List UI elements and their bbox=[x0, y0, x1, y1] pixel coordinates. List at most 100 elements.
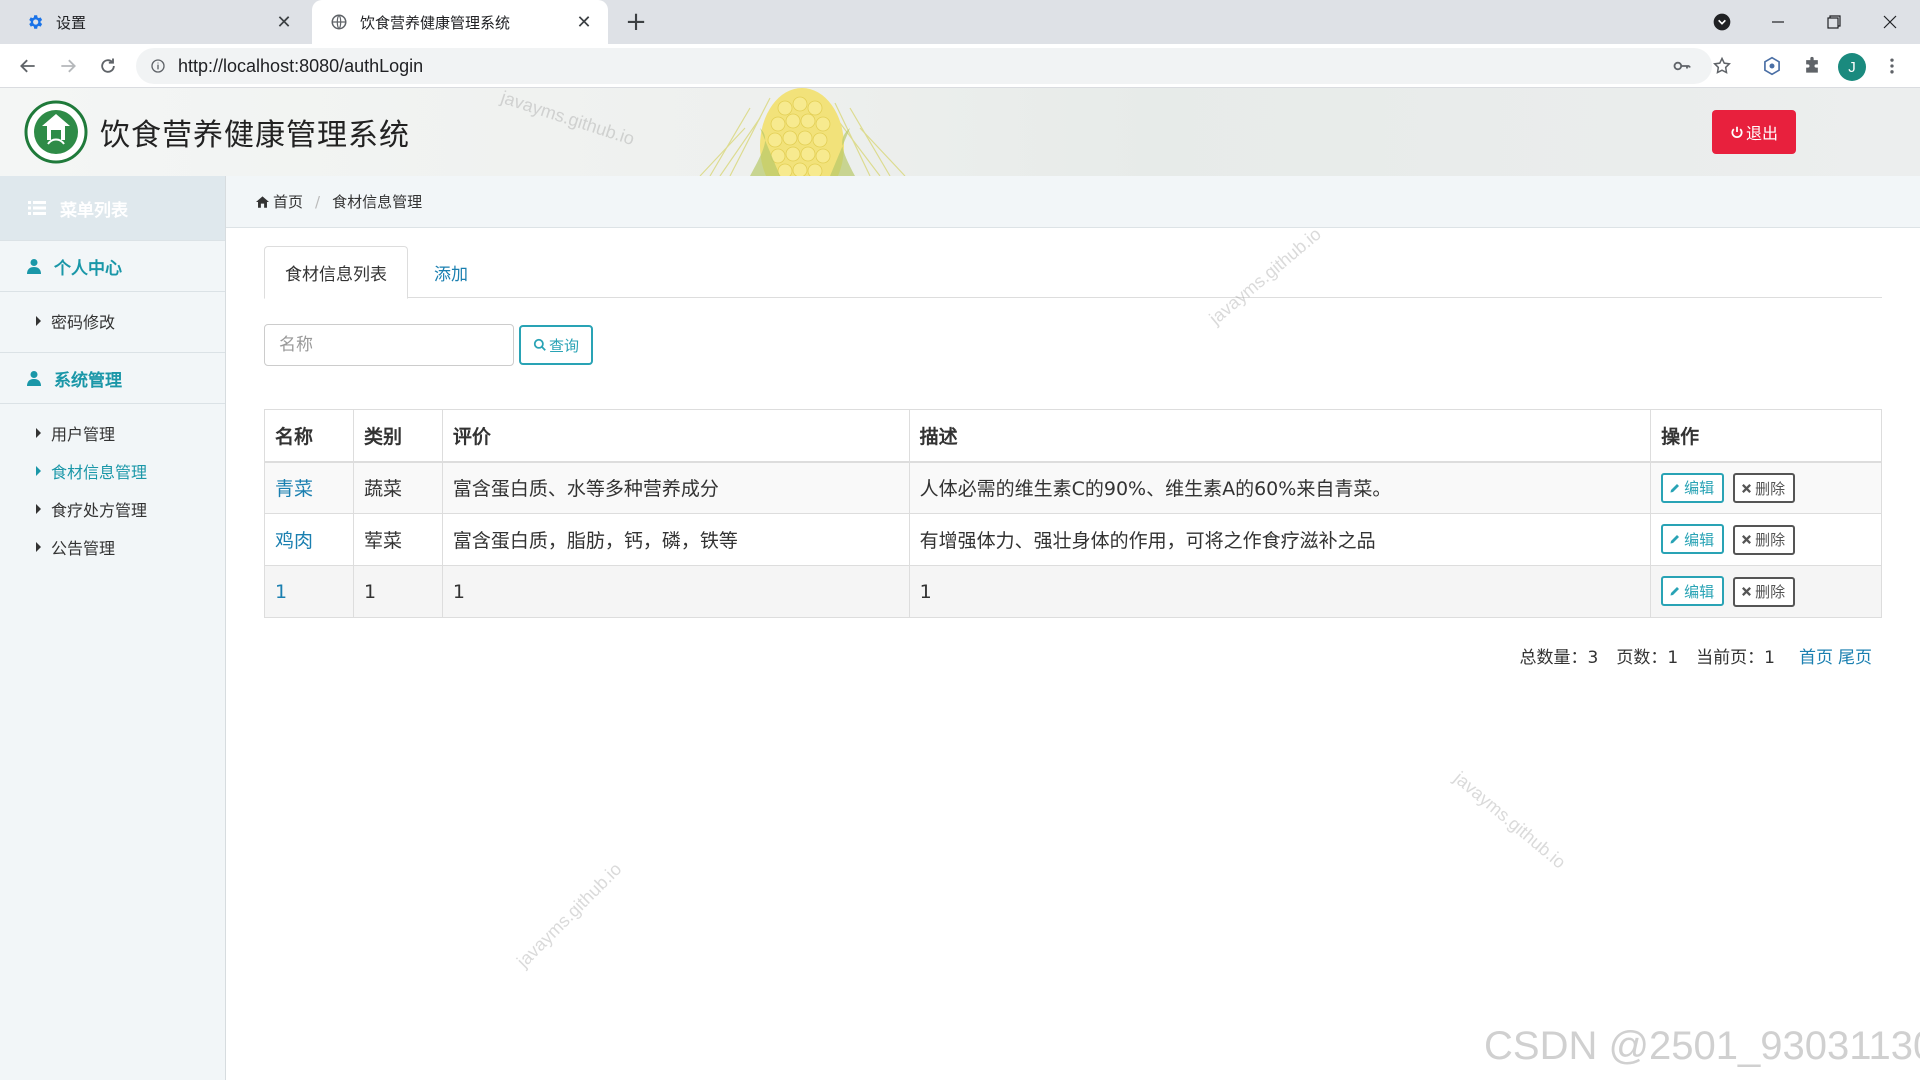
user-icon bbox=[26, 370, 42, 386]
extension-hex-icon[interactable] bbox=[1756, 50, 1788, 82]
tab-add[interactable]: 添加 bbox=[414, 246, 488, 299]
ingredients-table: 名称 类别 评价 描述 操作 青菜 蔬菜 富含蛋白质、水等多种营养成分 人体必需… bbox=[264, 409, 1882, 618]
globe-icon bbox=[330, 13, 348, 31]
watermark: javayms.github.io bbox=[498, 88, 637, 150]
sidebar-item-label: 用户管理 bbox=[51, 425, 116, 444]
breadcrumb-separator: / bbox=[315, 192, 321, 211]
column-header-description: 描述 bbox=[908, 409, 1652, 463]
reload-icon[interactable] bbox=[92, 50, 124, 82]
sidebar-group-system[interactable]: 系统管理 bbox=[0, 352, 225, 404]
tab-title: 饮食营养健康管理系统 bbox=[360, 13, 511, 32]
delete-button[interactable]: 删除 bbox=[1733, 524, 1796, 555]
restore-icon[interactable] bbox=[1806, 0, 1862, 44]
search-icon bbox=[533, 338, 547, 352]
x-icon bbox=[1741, 534, 1752, 545]
edit-button[interactable]: 编辑 bbox=[1661, 524, 1725, 555]
window-close-icon[interactable] bbox=[1862, 0, 1918, 44]
sidebar-item-ingredients[interactable]: 食材信息管理 bbox=[0, 452, 225, 490]
sidebar-item-password[interactable]: 密码修改 bbox=[0, 302, 225, 340]
back-arrow-icon[interactable] bbox=[12, 50, 44, 82]
group-label: 个人中心 bbox=[54, 258, 122, 279]
edit-button[interactable]: 编辑 bbox=[1661, 576, 1725, 607]
cell-rating: 1 bbox=[441, 565, 910, 618]
gear-icon bbox=[26, 13, 44, 31]
sidebar-item-label: 密码修改 bbox=[51, 313, 116, 332]
breadcrumb-home[interactable]: 首页 bbox=[273, 191, 303, 212]
delete-button[interactable]: 删除 bbox=[1733, 473, 1796, 503]
power-icon bbox=[1730, 125, 1744, 139]
sidebar: 菜单列表 个人中心 密码修改 系统管理 用户管理 食材信息管理 食疗处方管理 公… bbox=[0, 176, 226, 1080]
menu-title: 菜单列表 bbox=[0, 176, 225, 240]
sidebar-item-prescriptions[interactable]: 食疗处方管理 bbox=[0, 490, 225, 528]
csdn-watermark: CSDN @2501_93031130 bbox=[1484, 1024, 1920, 1068]
pencil-icon bbox=[1669, 533, 1681, 545]
table-row: 青菜 蔬菜 富含蛋白质、水等多种营养成分 人体必需的维生素C的90%、维生素A的… bbox=[264, 461, 1882, 514]
last-page-link[interactable]: 尾页 bbox=[1838, 643, 1872, 668]
search-button[interactable]: 查询 bbox=[519, 325, 593, 365]
delete-label: 删除 bbox=[1755, 531, 1786, 550]
tab-title: 设置 bbox=[56, 13, 87, 32]
browser-tab-app[interactable]: 饮食营养健康管理系统 ✕ bbox=[312, 0, 608, 44]
cell-actions: 编辑 删除 bbox=[1650, 565, 1882, 618]
forward-arrow-icon[interactable] bbox=[52, 50, 84, 82]
caret-right-icon bbox=[36, 466, 41, 476]
delete-button[interactable]: 删除 bbox=[1733, 576, 1796, 607]
edit-label: 编辑 bbox=[1684, 479, 1715, 497]
search-button-label: 查询 bbox=[548, 336, 579, 355]
column-header-category: 类别 bbox=[352, 409, 443, 463]
info-icon[interactable] bbox=[148, 56, 168, 76]
profile-avatar[interactable]: J bbox=[1838, 53, 1866, 81]
more-menu-icon[interactable] bbox=[1876, 50, 1908, 82]
browser-tab-settings[interactable]: 设置 ✕ bbox=[8, 0, 308, 44]
current-page: 当前页：1 bbox=[1696, 647, 1775, 668]
url-text: http://localhost:8080/authLogin bbox=[178, 55, 424, 76]
sidebar-item-users[interactable]: 用户管理 bbox=[0, 414, 225, 452]
edit-label: 编辑 bbox=[1684, 582, 1715, 601]
key-icon[interactable] bbox=[1666, 50, 1698, 82]
table-header-row: 名称 类别 评价 描述 操作 bbox=[264, 409, 1882, 463]
close-icon[interactable]: ✕ bbox=[572, 10, 596, 34]
submenu-system: 用户管理 食材信息管理 食疗处方管理 公告管理 bbox=[0, 404, 225, 578]
page-count: 页数：1 bbox=[1616, 647, 1679, 668]
browser-tabstrip: 设置 ✕ 饮食营养健康管理系统 ✕ + bbox=[0, 0, 1920, 44]
tab-search-icon[interactable] bbox=[1694, 0, 1750, 44]
ingredient-name-link[interactable]: 鸡肉 bbox=[275, 530, 313, 552]
caret-right-icon bbox=[36, 504, 41, 514]
column-header-actions: 操作 bbox=[1650, 409, 1882, 463]
table-row: 1 1 1 1 编辑 删除 bbox=[264, 565, 1882, 618]
sidebar-item-label: 公告管理 bbox=[51, 539, 116, 558]
submenu-personal: 密码修改 bbox=[0, 292, 225, 352]
home-icon bbox=[256, 195, 269, 208]
search-input[interactable] bbox=[264, 324, 514, 366]
puzzle-icon[interactable] bbox=[1796, 50, 1828, 82]
browser-toolbar: http://localhost:8080/authLogin J bbox=[0, 44, 1920, 88]
ingredient-name-link[interactable]: 1 bbox=[275, 581, 287, 603]
edit-button[interactable]: 编辑 bbox=[1661, 472, 1725, 503]
delete-label: 删除 bbox=[1755, 479, 1786, 498]
watermark: javayms.github.io bbox=[512, 858, 626, 972]
breadcrumb-current: 食材信息管理 bbox=[332, 193, 423, 211]
app-header: 饮食营养健康管理系统 javayms.github.io 退出 bbox=[0, 88, 1920, 176]
close-icon[interactable]: ✕ bbox=[272, 10, 296, 34]
caret-right-icon bbox=[36, 542, 41, 552]
cell-actions: 编辑 删除 bbox=[1650, 461, 1882, 514]
column-header-rating: 评价 bbox=[441, 409, 910, 463]
star-icon[interactable] bbox=[1706, 50, 1738, 82]
edit-label: 编辑 bbox=[1684, 530, 1715, 549]
minimize-icon[interactable] bbox=[1750, 0, 1806, 44]
tab-ingredient-list[interactable]: 食材信息列表 bbox=[264, 246, 408, 299]
logout-button[interactable]: 退出 bbox=[1712, 110, 1796, 154]
logout-label: 退出 bbox=[1745, 124, 1778, 143]
address-bar[interactable]: http://localhost:8080/authLogin bbox=[136, 48, 1712, 84]
x-icon bbox=[1741, 483, 1752, 494]
sidebar-group-personal[interactable]: 个人中心 bbox=[0, 240, 225, 292]
cell-category: 蔬菜 bbox=[352, 461, 443, 514]
sidebar-item-notices[interactable]: 公告管理 bbox=[0, 528, 225, 566]
total-count: 总数量：3 bbox=[1519, 647, 1599, 668]
ingredient-name-link[interactable]: 青菜 bbox=[275, 478, 313, 500]
cell-category: 1 bbox=[352, 565, 443, 618]
new-tab-button[interactable]: + bbox=[622, 7, 650, 37]
first-page-link[interactable]: 首页 bbox=[1799, 643, 1833, 668]
cell-actions: 编辑 删除 bbox=[1650, 513, 1882, 566]
pencil-icon bbox=[1669, 482, 1681, 494]
